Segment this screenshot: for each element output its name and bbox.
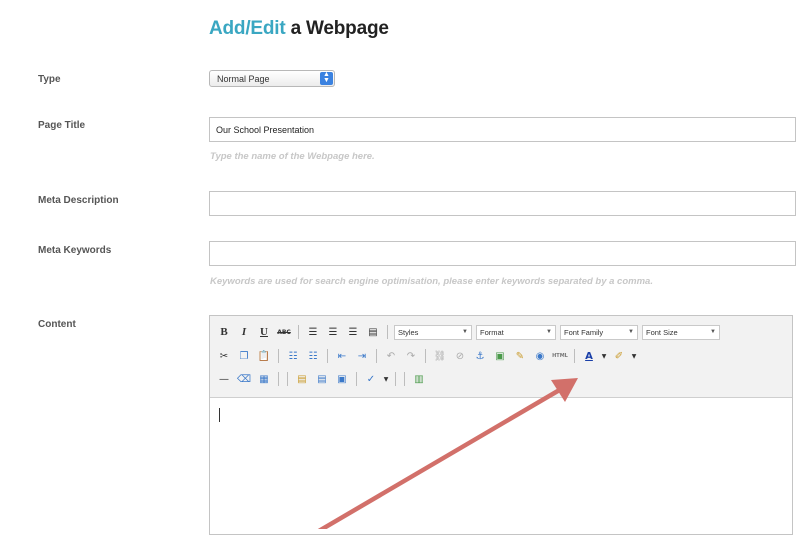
annotation-arrow xyxy=(317,378,578,529)
